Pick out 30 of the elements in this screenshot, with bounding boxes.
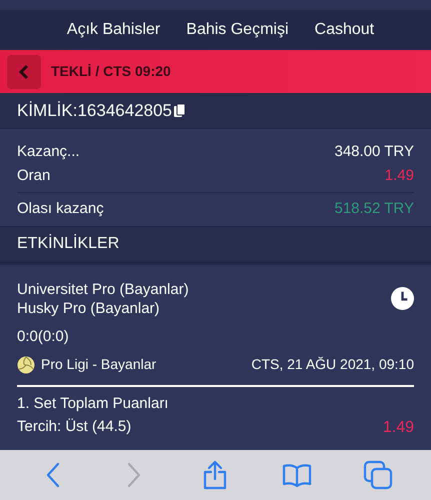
home-team: Universitet Pro (Bayanlar)	[17, 280, 189, 299]
summary-label: Oran	[17, 166, 50, 186]
clock-icon	[391, 287, 414, 310]
summary-value: 518.52 TRY	[334, 199, 414, 220]
volleyball-icon	[17, 356, 35, 374]
chevron-left-icon	[19, 64, 29, 79]
ticket-id: KİMLİK:1634642805	[17, 100, 172, 122]
nav-tab[interactable]: Cashout	[314, 18, 374, 42]
bet-title: TEKLİ / CTS 09:20	[51, 62, 171, 82]
market-name: 1. Set Toplam Puanları	[17, 394, 170, 414]
odds-value: 1.49	[382, 418, 414, 438]
event-date: CTS, 21 AĞU 2021, 09:10	[251, 355, 414, 374]
league-name: Pro Ligi - Bayanlar	[41, 355, 156, 374]
tabs-icon	[363, 460, 394, 490]
summary-label: Kazanç...	[17, 142, 80, 162]
book-icon	[282, 462, 312, 487]
nav-tab[interactable]: Bahis Geçmişi	[186, 18, 289, 42]
score: 0:0(0:0)	[17, 326, 70, 347]
summary-value: 348.00 TRY	[334, 142, 414, 162]
back-button[interactable]	[7, 54, 41, 89]
forward-icon	[126, 462, 142, 488]
summary-value: 1.49	[384, 166, 414, 186]
back-icon	[44, 462, 61, 488]
copy-icon[interactable]	[174, 104, 186, 117]
section-title: ETKİNLİKLER	[17, 233, 120, 254]
away-team: Husky Pro (Bayanlar)	[17, 298, 161, 318]
nav-tab[interactable]: Açık Bahisler	[66, 18, 160, 42]
summary-label: Olası kazanç	[17, 199, 104, 220]
share-icon	[202, 460, 228, 490]
selection: Tercih: Üst (44.5)	[17, 417, 132, 438]
